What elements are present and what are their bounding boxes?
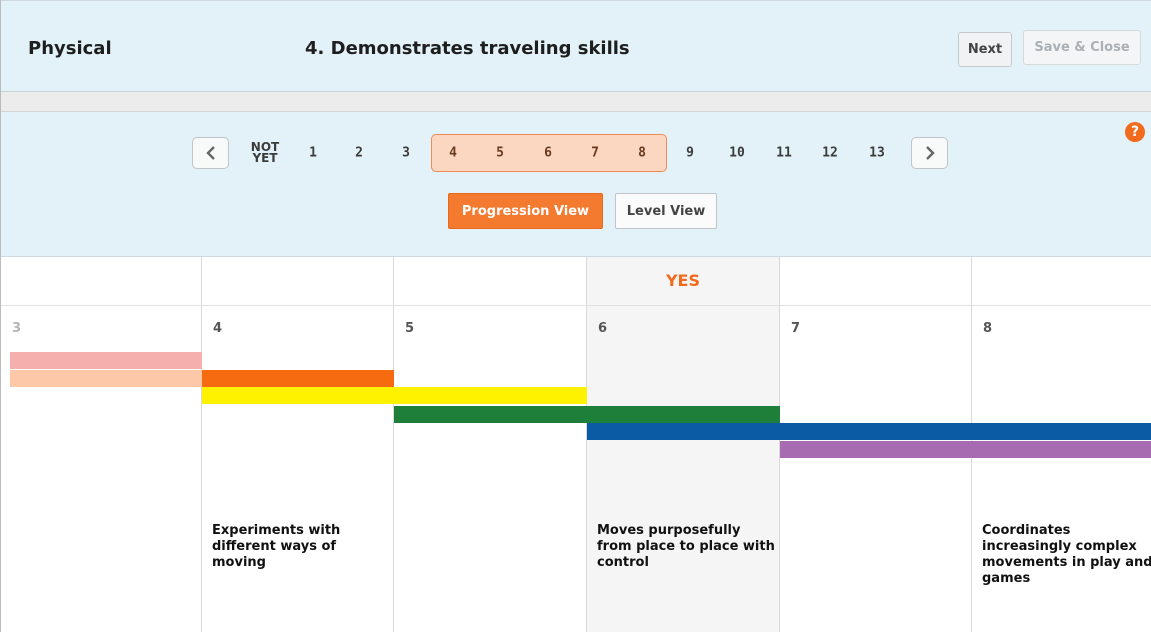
help-icon[interactable]: ? — [1125, 122, 1145, 142]
level-2[interactable]: 2 — [355, 146, 363, 161]
divider-band — [1, 92, 1151, 112]
level-10[interactable]: 10 — [729, 146, 745, 161]
band-peach — [10, 370, 202, 387]
next-button[interactable]: Next — [958, 32, 1012, 67]
progression-view-button[interactable]: Progression View — [448, 193, 603, 229]
header-row-divider — [1, 305, 1151, 306]
level-13[interactable]: 13 — [869, 146, 885, 161]
progression-column-4[interactable]: 4 Experiments with different ways of mov… — [202, 257, 394, 632]
band-yellow — [202, 387, 587, 404]
level-1[interactable]: 1 — [309, 146, 317, 161]
column-description: Coordinates increasingly complex movemen… — [982, 523, 1151, 586]
column-description: Experiments with different ways of movin… — [212, 523, 341, 570]
band-blue — [587, 423, 1151, 440]
column-level-number: 6 — [598, 321, 608, 336]
app-window: Physical 4. Demonstrates traveling skill… — [0, 0, 1151, 632]
chevron-left-icon — [205, 146, 215, 160]
column-description: Moves purposefully from place to place w… — [597, 523, 775, 570]
progression-column-5[interactable]: 5 — [394, 257, 587, 632]
chevron-right-icon — [925, 146, 935, 160]
save-close-button[interactable]: Save & Close — [1023, 30, 1141, 65]
progression-column-6[interactable]: YES 6 Moves purposefully from place to p… — [587, 257, 780, 632]
next-level-button[interactable] — [911, 137, 948, 169]
level-12[interactable]: 12 — [822, 146, 838, 161]
column-level-number: 4 — [213, 321, 223, 336]
level-9[interactable]: 9 — [686, 146, 694, 161]
header: Physical 4. Demonstrates traveling skill… — [1, 0, 1151, 92]
level-5[interactable]: 5 — [496, 146, 504, 161]
item-title: 4. Demonstrates traveling skills — [305, 38, 630, 59]
level-navigator: NOT YET 1 2 3 4 5 6 7 8 9 10 11 12 13 ? … — [1, 112, 1151, 257]
level-3[interactable]: 3 — [402, 146, 410, 161]
band-pink — [10, 352, 202, 369]
band-purple — [780, 441, 1151, 458]
level-not-yet[interactable]: NOT YET — [251, 141, 279, 164]
level-6[interactable]: 6 — [544, 146, 552, 161]
level-11[interactable]: 11 — [776, 146, 792, 161]
level-8[interactable]: 8 — [638, 146, 646, 161]
band-orange — [202, 370, 394, 387]
level-4[interactable]: 4 — [449, 146, 457, 161]
domain-title: Physical — [28, 38, 112, 59]
band-green — [394, 406, 780, 423]
column-level-number: 5 — [405, 321, 415, 336]
progression-column-3: 3 — [1, 257, 202, 632]
column-level-number: 8 — [983, 321, 993, 336]
column-level-number: 7 — [791, 321, 801, 336]
previous-level-button[interactable] — [192, 137, 229, 169]
progression-grid: 3 4 Experiments with different ways of m… — [1, 257, 1151, 632]
yes-label: YES — [665, 271, 701, 290]
level-view-button[interactable]: Level View — [615, 193, 717, 229]
column-level-number: 3 — [12, 321, 22, 336]
level-7[interactable]: 7 — [591, 146, 599, 161]
